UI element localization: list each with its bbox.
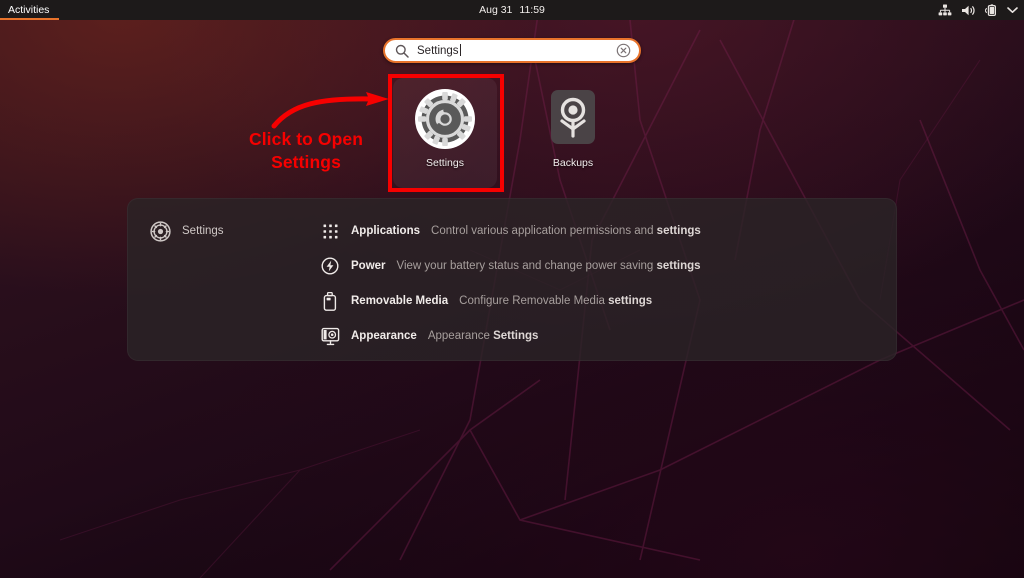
battery-charging-icon[interactable] xyxy=(985,3,998,17)
result-title: Power xyxy=(351,260,386,272)
results-provider[interactable]: Settings xyxy=(128,199,290,360)
result-description: Control various application permissions … xyxy=(431,225,701,237)
usb-drive-icon xyxy=(320,291,340,311)
search-icon xyxy=(395,44,409,58)
display-appearance-icon xyxy=(320,327,340,346)
result-description: Appearance Settings xyxy=(428,330,539,342)
result-desc-prefix: Appearance xyxy=(427,330,494,342)
search-results-panel: Settings Applications Control various ap… xyxy=(127,198,897,361)
result-desc-match: settings xyxy=(656,260,701,272)
result-title: Removable Media xyxy=(351,295,449,307)
app-tile-settings[interactable]: Settings xyxy=(393,78,497,188)
result-description: View your battery status and change powe… xyxy=(397,260,701,272)
result-desc-match: Settings xyxy=(493,330,539,342)
app-results-grid: Settings Backups xyxy=(0,78,1024,190)
activities-label: Activities xyxy=(8,4,50,16)
result-row-removable-media[interactable]: Removable Media Configure Removable Medi… xyxy=(320,289,896,313)
results-provider-label: Settings xyxy=(182,225,224,237)
volume-icon[interactable] xyxy=(961,4,976,17)
search-input[interactable]: Settings xyxy=(383,38,641,63)
text-caret xyxy=(459,44,461,56)
activities-button[interactable]: Activities xyxy=(0,0,60,20)
result-desc-prefix: Control various application permissions … xyxy=(431,225,657,237)
system-tray xyxy=(938,3,1018,17)
power-bolt-icon xyxy=(320,257,340,275)
apps-grid-icon xyxy=(320,224,340,239)
results-list: Applications Control various application… xyxy=(290,199,896,360)
search-value-wrap: Settings xyxy=(417,44,616,57)
result-desc-prefix: View your battery status and change powe… xyxy=(396,260,657,272)
result-title: Applications xyxy=(351,225,421,237)
result-title: Appearance xyxy=(351,330,417,342)
result-row-power[interactable]: Power View your battery status and chang… xyxy=(320,254,896,278)
chevron-down-icon[interactable] xyxy=(1007,6,1018,14)
app-label-backups: Backups xyxy=(552,157,594,169)
network-wired-icon[interactable] xyxy=(938,4,952,17)
settings-gear-icon xyxy=(415,89,475,149)
search-value: Settings xyxy=(417,45,459,57)
result-desc-match: settings xyxy=(608,295,653,307)
result-description: Configure Removable Media settings xyxy=(459,295,652,307)
search-container: Settings xyxy=(383,38,641,63)
app-label-settings: Settings xyxy=(426,157,464,169)
result-desc-prefix: Configure Removable Media xyxy=(459,295,609,307)
result-desc-match: settings xyxy=(656,225,701,237)
clear-icon[interactable] xyxy=(616,43,631,58)
clock-time: 11:59 xyxy=(519,4,545,16)
settings-gear-icon xyxy=(150,221,171,242)
clock[interactable]: Aug 31 11:59 xyxy=(479,4,545,16)
result-row-applications[interactable]: Applications Control various application… xyxy=(320,219,896,243)
app-tile-backups[interactable]: Backups xyxy=(521,78,625,188)
clock-date: Aug 31 xyxy=(479,4,513,16)
result-row-appearance[interactable]: Appearance Appearance Settings xyxy=(320,324,896,348)
backups-icon xyxy=(551,90,595,144)
top-bar: Activities Aug 31 11:59 xyxy=(0,0,1024,20)
